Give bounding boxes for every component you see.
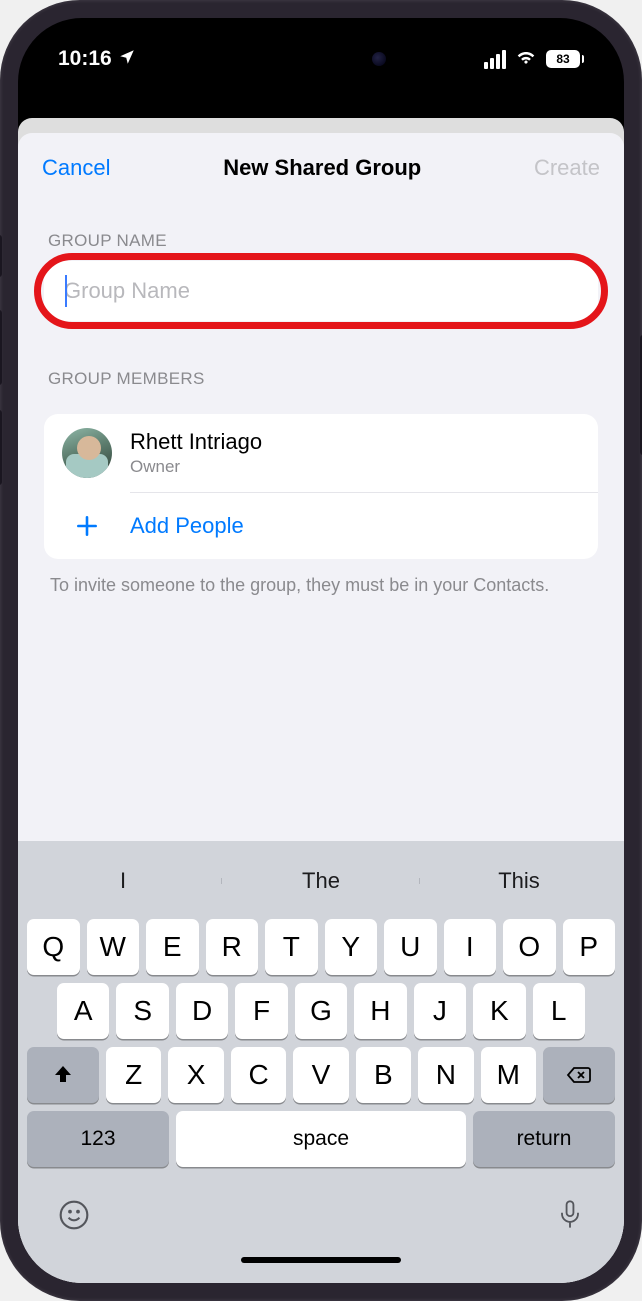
member-role: Owner: [130, 457, 580, 477]
key-u[interactable]: U: [384, 919, 437, 975]
text-caret: [65, 275, 67, 307]
shift-key[interactable]: [27, 1047, 99, 1103]
group-members-section-label: GROUP MEMBERS: [48, 369, 594, 389]
new-shared-group-modal: Cancel New Shared Group Create GROUP NAM…: [18, 133, 624, 1283]
mic-icon[interactable]: [556, 1199, 584, 1239]
key-h[interactable]: H: [354, 983, 406, 1039]
key-v[interactable]: V: [293, 1047, 348, 1103]
key-i[interactable]: I: [444, 919, 497, 975]
key-e[interactable]: E: [146, 919, 199, 975]
create-button[interactable]: Create: [534, 155, 600, 181]
group-name-section-label: GROUP NAME: [48, 231, 594, 251]
avatar: [62, 428, 112, 478]
key-q[interactable]: Q: [27, 919, 80, 975]
suggestion[interactable]: This: [420, 868, 618, 894]
suggestion-bar: I The This: [24, 851, 618, 911]
add-people-label: Add People: [130, 513, 244, 539]
keyboard: I The This Q W E R T Y U I O P A: [18, 841, 624, 1283]
key-f[interactable]: F: [235, 983, 287, 1039]
key-j[interactable]: J: [414, 983, 466, 1039]
key-row-4: 123 space return: [24, 1111, 618, 1167]
key-t[interactable]: T: [265, 919, 318, 975]
numeric-key[interactable]: 123: [27, 1111, 169, 1167]
key-row-1: Q W E R T Y U I O P: [24, 919, 618, 975]
location-icon: [118, 48, 136, 71]
key-l[interactable]: L: [533, 983, 585, 1039]
suggestion[interactable]: I: [24, 868, 222, 894]
key-w[interactable]: W: [87, 919, 140, 975]
key-z[interactable]: Z: [106, 1047, 161, 1103]
suggestion[interactable]: The: [222, 868, 420, 894]
wifi-icon: [515, 47, 537, 71]
dynamic-island: [236, 38, 406, 80]
key-n[interactable]: N: [418, 1047, 473, 1103]
key-d[interactable]: D: [176, 983, 228, 1039]
volume-up-button: [0, 310, 2, 385]
modal-header: Cancel New Shared Group Create: [18, 133, 624, 201]
key-y[interactable]: Y: [325, 919, 378, 975]
key-x[interactable]: X: [168, 1047, 223, 1103]
battery-icon: 83: [546, 50, 584, 68]
key-row-2: A S D F G H J K L: [24, 983, 618, 1039]
cellular-icon: [484, 50, 506, 69]
group-name-field-wrap: [44, 261, 598, 321]
key-s[interactable]: S: [116, 983, 168, 1039]
status-time: 10:16: [58, 47, 112, 71]
plus-icon: [62, 513, 112, 539]
cancel-button[interactable]: Cancel: [42, 155, 110, 181]
space-key[interactable]: space: [176, 1111, 466, 1167]
key-r[interactable]: R: [206, 919, 259, 975]
group-name-input[interactable]: [44, 261, 598, 321]
volume-down-button: [0, 410, 2, 485]
key-a[interactable]: A: [57, 983, 109, 1039]
members-card: Rhett Intriago Owner Add People: [44, 414, 598, 559]
add-people-button[interactable]: Add People: [44, 493, 598, 559]
key-p[interactable]: P: [563, 919, 616, 975]
key-o[interactable]: O: [503, 919, 556, 975]
members-footnote: To invite someone to the group, they mus…: [50, 573, 592, 598]
key-g[interactable]: G: [295, 983, 347, 1039]
key-c[interactable]: C: [231, 1047, 286, 1103]
key-k[interactable]: K: [473, 983, 525, 1039]
return-key[interactable]: return: [473, 1111, 615, 1167]
key-b[interactable]: B: [356, 1047, 411, 1103]
phone-frame: 10:16 83 Cancel: [0, 0, 642, 1301]
key-row-3: Z X C V B N M: [24, 1047, 618, 1103]
backspace-key[interactable]: [543, 1047, 615, 1103]
key-m[interactable]: M: [481, 1047, 536, 1103]
page-title: New Shared Group: [223, 155, 421, 181]
content: GROUP NAME GROUP MEMBERS Rhett Intriago …: [18, 201, 624, 841]
side-button: [0, 235, 2, 277]
member-name: Rhett Intriago: [130, 429, 580, 455]
member-row-owner: Rhett Intriago Owner: [44, 414, 598, 492]
emoji-icon[interactable]: [58, 1199, 90, 1239]
screen: 10:16 83 Cancel: [18, 18, 624, 1283]
home-indicator[interactable]: [241, 1257, 401, 1263]
